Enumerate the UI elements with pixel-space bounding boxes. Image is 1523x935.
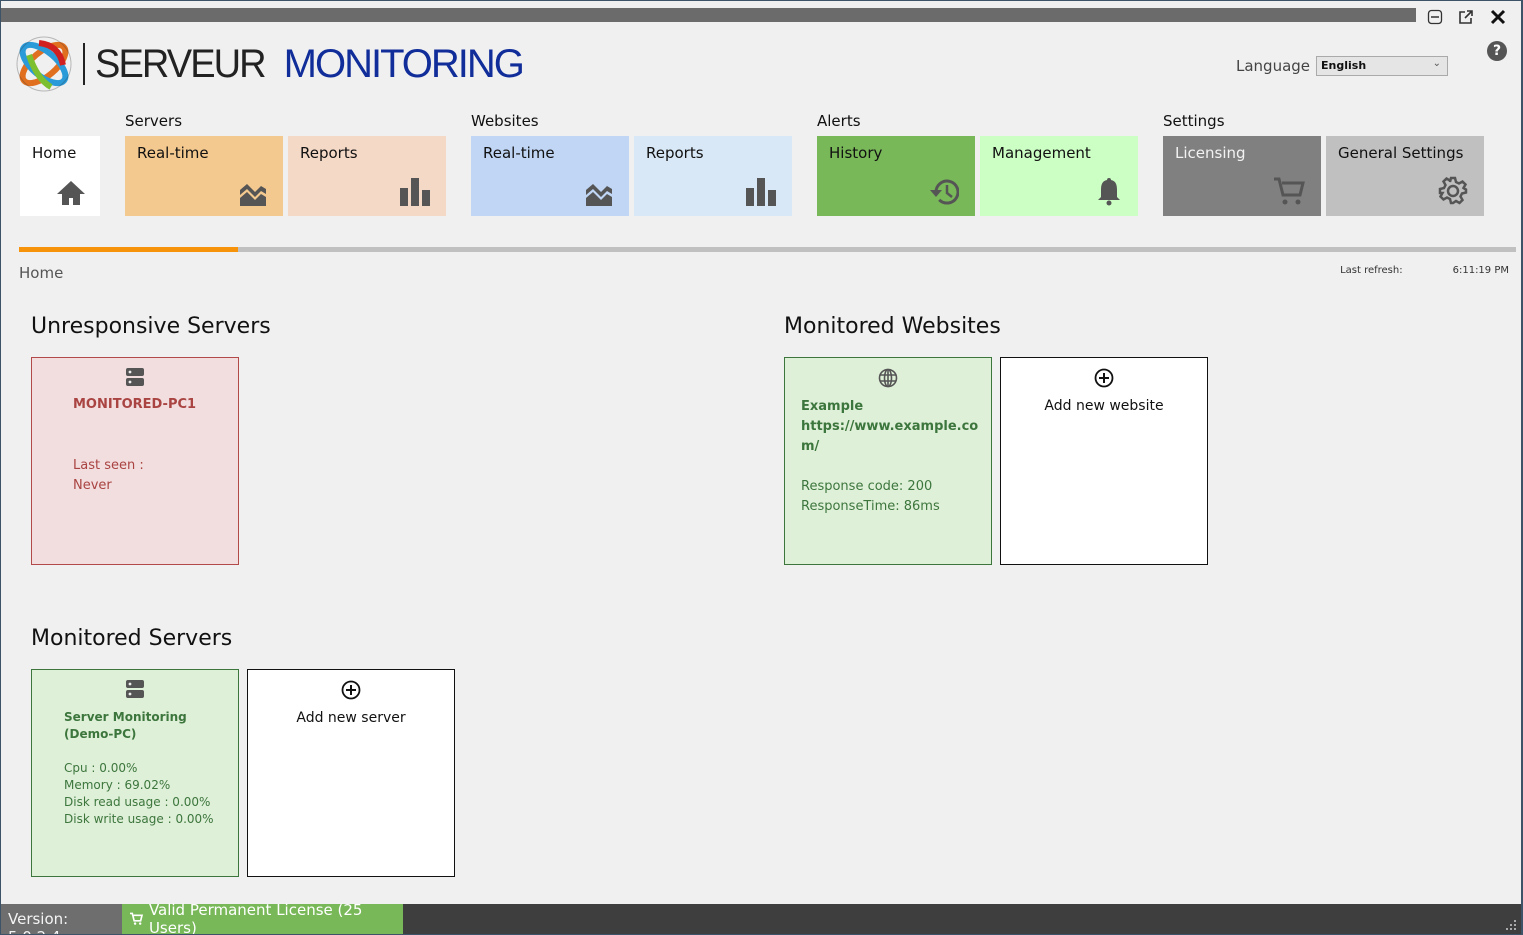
bell-icon — [1098, 178, 1120, 206]
group-title-alerts: Alerts — [817, 112, 861, 130]
help-button[interactable]: ? — [1487, 41, 1507, 61]
progress-fill — [19, 247, 238, 252]
tab-settings-general[interactable]: General Settings — [1326, 136, 1484, 216]
server-icon — [126, 368, 144, 386]
chevron-down-icon: ⌄ — [1432, 58, 1442, 69]
resize-grip-icon[interactable] — [1505, 919, 1517, 931]
language-label: Language — [1236, 57, 1311, 75]
add-website-card[interactable]: Add new website — [1000, 357, 1208, 565]
minimize-button[interactable] — [1425, 7, 1445, 27]
group-title-websites: Websites — [471, 112, 539, 130]
app-window: SERVEUR MONITORING Language English ⌄ ? … — [1, 1, 1521, 934]
close-icon — [1490, 9, 1506, 25]
brand-text-monitoring: MONITORING — [283, 41, 525, 86]
tab-settings-general-label: General Settings — [1338, 144, 1464, 162]
section-title-websites: Monitored Websites — [784, 314, 1001, 339]
last-refresh: Last refresh: 6:11:19 PM — [1340, 265, 1509, 276]
logo-separator — [83, 43, 85, 85]
status-bar: Version: 5.0.2.4 Valid Permanent License… — [1, 901, 1521, 934]
cpu-usage: Cpu : 0.00% — [64, 761, 138, 775]
add-server-card[interactable]: Add new server — [247, 669, 455, 877]
server-stats: Cpu : 0.00% Memory : 69.02% Disk read us… — [64, 760, 214, 828]
breadcrumb: Home — [19, 264, 64, 282]
disk-write-usage: Disk write usage : 0.00% — [64, 812, 214, 826]
tab-servers-realtime[interactable]: Real-time — [125, 136, 283, 216]
tab-websites-reports-label: Reports — [646, 144, 704, 162]
popout-icon — [1459, 10, 1473, 24]
website-title: Example https://www.example.com/ — [801, 397, 981, 457]
add-website-label: Add new website — [1044, 398, 1164, 414]
history-icon — [930, 179, 959, 205]
tab-servers-reports[interactable]: Reports — [288, 136, 446, 216]
minimize-icon — [1427, 9, 1443, 25]
last-seen-label: Last seen : — [73, 458, 144, 473]
license-badge[interactable]: Valid Permanent License (25 Users) — [122, 901, 403, 934]
version-label: Version: 5.0.2.4 — [1, 904, 122, 934]
bar-chart-icon — [746, 178, 776, 206]
group-title-servers: Servers — [125, 112, 183, 130]
home-icon — [57, 181, 85, 205]
server-icon — [126, 680, 144, 698]
tab-alerts-history-label: History — [829, 144, 883, 162]
tab-servers-reports-label: Reports — [300, 144, 358, 162]
area-chart-icon — [240, 184, 266, 206]
help-icon: ? — [1492, 43, 1502, 59]
title-bar[interactable] — [1, 8, 1416, 22]
close-button[interactable] — [1488, 7, 1508, 27]
logo-swirl-icon — [16, 36, 72, 92]
tab-alerts-management-label: Management — [992, 144, 1091, 162]
server-name: Server Monitoring (Demo-PC) — [64, 710, 187, 741]
last-refresh-time: 6:11:19 PM — [1452, 265, 1509, 276]
tab-settings-licensing-label: Licensing — [1175, 144, 1246, 162]
bar-chart-icon — [400, 178, 430, 206]
cart-icon — [130, 912, 143, 925]
language-selected-value: English — [1321, 59, 1367, 72]
website-name: Example — [801, 399, 864, 414]
response-code: Response code: 200 — [801, 479, 933, 494]
last-seen-value: Never — [73, 478, 112, 493]
tab-home[interactable]: Home — [20, 136, 100, 216]
tab-websites-reports[interactable]: Reports — [634, 136, 792, 216]
memory-usage: Memory : 69.02% — [64, 778, 171, 792]
tab-alerts-management[interactable]: Management — [980, 136, 1138, 216]
tab-home-label: Home — [32, 144, 77, 162]
globe-icon — [878, 368, 898, 388]
popout-button[interactable] — [1456, 7, 1476, 27]
license-text: Valid Permanent License (25 Users) — [148, 901, 363, 934]
brand-text-serveur: SERVEUR — [95, 41, 267, 86]
language-selector: Language English ⌄ — [1236, 56, 1449, 76]
section-title-unresponsive: Unresponsive Servers — [31, 314, 271, 339]
app-logo: SERVEUR MONITORING — [15, 35, 525, 93]
last-refresh-label: Last refresh: — [1340, 265, 1403, 276]
server-name: MONITORED-PC1 — [73, 397, 197, 412]
tab-alerts-history[interactable]: History — [817, 136, 975, 216]
tab-servers-realtime-label: Real-time — [137, 144, 209, 162]
page-progress-bar — [19, 247, 1516, 252]
tab-websites-realtime[interactable]: Real-time — [471, 136, 629, 216]
group-title-settings: Settings — [1163, 112, 1225, 130]
server-card[interactable]: Server Monitoring (Demo-PC) Cpu : 0.00% … — [31, 669, 239, 877]
cart-icon — [1274, 177, 1305, 205]
response-time: ResponseTime: 86ms — [801, 499, 940, 514]
area-chart-icon — [586, 184, 612, 206]
plus-circle-icon — [1094, 368, 1114, 388]
add-server-label: Add new server — [296, 710, 406, 726]
website-url: https://www.example.com/ — [801, 419, 979, 454]
website-stats: Response code: 200 ResponseTime: 86ms — [801, 477, 940, 517]
website-card[interactable]: Example https://www.example.com/ Respons… — [784, 357, 992, 565]
disk-read-usage: Disk read usage : 0.00% — [64, 795, 211, 809]
gear-icon — [1438, 176, 1468, 205]
tab-websites-realtime-label: Real-time — [483, 144, 555, 162]
plus-circle-icon — [341, 680, 361, 700]
section-title-servers: Monitored Servers — [31, 626, 233, 651]
tab-settings-licensing[interactable]: Licensing — [1163, 136, 1321, 216]
unresponsive-server-card[interactable]: MONITORED-PC1 Last seen : Never — [31, 357, 239, 565]
language-dropdown[interactable]: English ⌄ — [1316, 56, 1449, 76]
